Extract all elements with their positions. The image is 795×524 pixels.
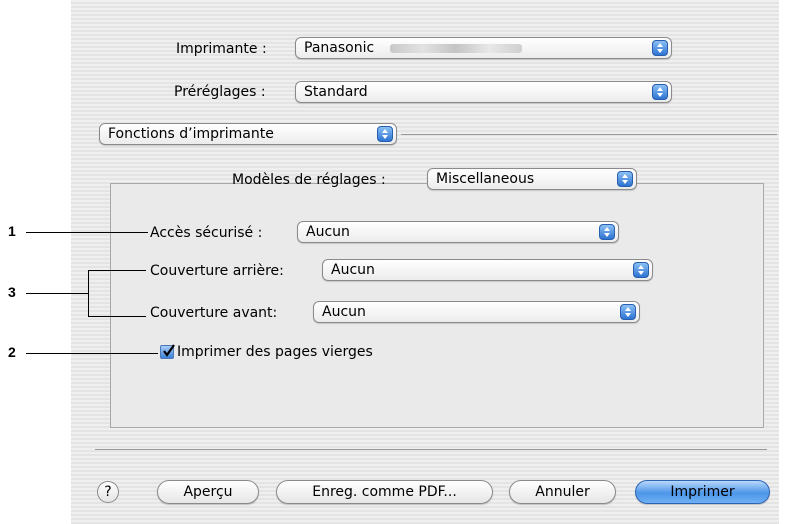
preview-button[interactable]: Aperçu <box>157 480 259 504</box>
blank-pages-checkbox[interactable] <box>160 344 175 359</box>
printer-model-blurred <box>390 44 522 53</box>
printer-popup[interactable]: Panasonic <box>295 37 672 59</box>
presets-label: Préréglages : <box>174 84 266 100</box>
front-cover-label: Couverture avant: <box>150 305 278 321</box>
cancel-button[interactable]: Annuler <box>509 480 616 504</box>
popup-arrows-icon <box>620 304 636 320</box>
popup-arrows-icon <box>633 262 649 278</box>
callout-3-line <box>26 293 88 294</box>
settings-group-label: Modèles de réglages : <box>232 172 386 188</box>
bottom-divider <box>95 449 767 450</box>
secure-access-value: Aucun <box>306 224 350 240</box>
popup-arrows-icon <box>617 171 633 187</box>
presets-popup[interactable]: Standard <box>295 81 672 103</box>
settings-group-popup[interactable]: Miscellaneous <box>427 168 637 190</box>
presets-value: Standard <box>304 84 368 100</box>
section-divider <box>401 134 777 135</box>
front-cover-popup[interactable]: Aucun <box>313 301 640 323</box>
section-value: Fonctions d’imprimante <box>108 126 274 142</box>
secure-access-label: Accès sécurisé : <box>150 225 263 241</box>
back-cover-value: Aucun <box>331 262 375 278</box>
printer-label: Imprimante : <box>176 41 267 57</box>
settings-group-value: Miscellaneous <box>436 171 535 187</box>
back-cover-label: Couverture arrière: <box>150 263 284 279</box>
callout-1-line <box>26 232 148 233</box>
printer-value: Panasonic <box>304 40 375 56</box>
blank-pages-label[interactable]: Imprimer des pages vierges <box>177 344 373 360</box>
print-button[interactable]: Imprimer <box>635 480 770 504</box>
callout-2: 2 <box>8 344 16 360</box>
popup-arrows-icon <box>377 126 393 142</box>
help-button[interactable]: ? <box>97 481 119 503</box>
popup-arrows-icon <box>652 40 668 56</box>
front-cover-value: Aucun <box>322 304 366 320</box>
popup-arrows-icon <box>652 84 668 100</box>
callout-1: 1 <box>8 223 16 239</box>
callout-2-line <box>26 353 158 354</box>
save-pdf-button[interactable]: Enreg. comme PDF... <box>276 480 493 504</box>
callout-3: 3 <box>8 284 16 300</box>
checkmark-icon <box>163 344 175 357</box>
callout-3-bracket-bottom <box>88 316 146 317</box>
popup-arrows-icon <box>599 224 615 240</box>
callout-3-bracket <box>88 270 89 317</box>
back-cover-popup[interactable]: Aucun <box>322 259 653 281</box>
section-popup[interactable]: Fonctions d’imprimante <box>99 123 397 145</box>
secure-access-popup[interactable]: Aucun <box>297 221 619 243</box>
callout-3-bracket-top <box>88 270 146 271</box>
